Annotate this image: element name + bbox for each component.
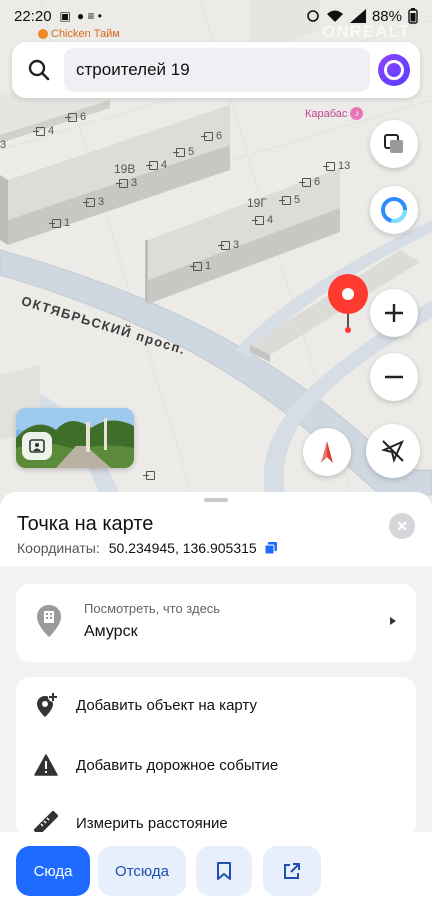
entrance-marker: 13	[323, 160, 350, 172]
coordinates-label: Координаты:	[17, 540, 100, 556]
entrance-marker	[143, 471, 158, 480]
locality-name: Амурск	[84, 623, 138, 640]
warning-icon	[34, 754, 58, 776]
entrance-marker: 1	[49, 217, 70, 229]
alice-icon[interactable]	[378, 54, 410, 86]
action-label: Добавить объект на карту	[76, 696, 257, 714]
sheet-title: Точка на карте	[17, 513, 154, 535]
sheet-grabber[interactable]	[204, 498, 228, 502]
coordinates-value[interactable]: 50.234945, 136.905315	[109, 540, 257, 556]
map-pin-icon[interactable]	[325, 272, 371, 334]
compass-button[interactable]	[303, 428, 351, 476]
close-button[interactable]	[389, 513, 415, 539]
sheet-header: Точка на карте Координаты: 50.234945, 13…	[0, 492, 432, 566]
chevron-right-icon	[390, 617, 396, 625]
entrance-marker: 3	[0, 139, 7, 151]
location-off-icon	[380, 440, 404, 464]
route-here-button[interactable]: Сюда	[16, 846, 90, 896]
signal-icon	[349, 9, 366, 23]
battery-icon	[408, 8, 418, 24]
building-label-19v: 19В	[114, 162, 136, 176]
location-icon: ▣	[59, 9, 71, 23]
add-place-icon	[37, 692, 58, 717]
search-bar[interactable]: строителей 19	[12, 42, 420, 98]
building-label-19g: 19Г	[247, 196, 267, 210]
share-icon	[284, 863, 300, 879]
minus-icon	[385, 375, 403, 379]
entrance-marker: 5	[173, 146, 194, 158]
entrance-marker: 3	[83, 196, 104, 208]
actions-list: Добавить объект на карту Добавить дорожн…	[16, 677, 416, 837]
music-icon: ♪	[350, 107, 364, 120]
entrance-marker: 6	[65, 111, 86, 123]
search-icon[interactable]	[22, 53, 56, 87]
panorama-badge-icon	[22, 432, 52, 460]
add-object-action[interactable]: Добавить объект на карту	[16, 677, 416, 733]
plus-icon	[385, 304, 403, 322]
alice-ring-icon	[381, 197, 407, 223]
action-label: Добавить дорожное событие	[76, 756, 279, 774]
copy-icon[interactable]	[264, 542, 277, 554]
my-location-button[interactable]	[366, 424, 420, 478]
what-is-here-card[interactable]: Посмотреть, что здесь Амурск	[16, 584, 416, 662]
notification-icons: ● ≡ •	[76, 9, 103, 23]
battery-level: 88%	[371, 7, 402, 25]
entrance-marker: 3	[218, 239, 239, 251]
layers-button[interactable]	[370, 120, 418, 168]
entrance-marker: 4	[252, 214, 273, 226]
panorama-preview[interactable]	[16, 408, 134, 468]
action-label: Измерить расстояние	[76, 814, 228, 832]
search-input[interactable]: строителей 19	[64, 48, 370, 92]
zoom-in-button[interactable]	[370, 289, 418, 337]
entrance-marker: 4	[146, 159, 167, 171]
zoom-out-button[interactable]	[370, 353, 418, 401]
entrance-marker: 6	[299, 176, 320, 188]
route-from-button[interactable]: Отсюда	[98, 846, 186, 896]
layers-icon	[384, 134, 403, 153]
building-pin-icon	[37, 605, 61, 637]
coordinates-row: Координаты: 50.234945, 136.905315	[17, 540, 277, 556]
alarm-icon	[307, 10, 319, 22]
poi-karabas[interactable]: Карабас ♪	[305, 107, 364, 120]
road-event-action[interactable]: Добавить дорожное событие	[16, 737, 416, 793]
bookmark-icon	[217, 862, 231, 880]
bookmark-button[interactable]	[196, 846, 252, 896]
what-is-here-hint: Посмотреть, что здесь	[84, 601, 221, 616]
entrance-marker: 6	[201, 130, 222, 142]
status-time: 22:20	[14, 7, 52, 25]
entrance-marker: 1	[190, 260, 211, 272]
entrance-marker: 5	[279, 194, 300, 206]
close-icon	[397, 521, 407, 531]
entrance-marker: 4	[33, 125, 54, 137]
entrance-marker: 3	[116, 177, 137, 189]
status-bar: 22:20 ▣ ● ≡ • 88%	[0, 0, 432, 32]
wifi-icon	[326, 10, 343, 22]
route-action-bar: Сюда Отсюда	[0, 832, 432, 910]
alice-map-button[interactable]	[370, 186, 418, 234]
share-button[interactable]	[263, 846, 321, 896]
compass-icon	[321, 441, 333, 463]
